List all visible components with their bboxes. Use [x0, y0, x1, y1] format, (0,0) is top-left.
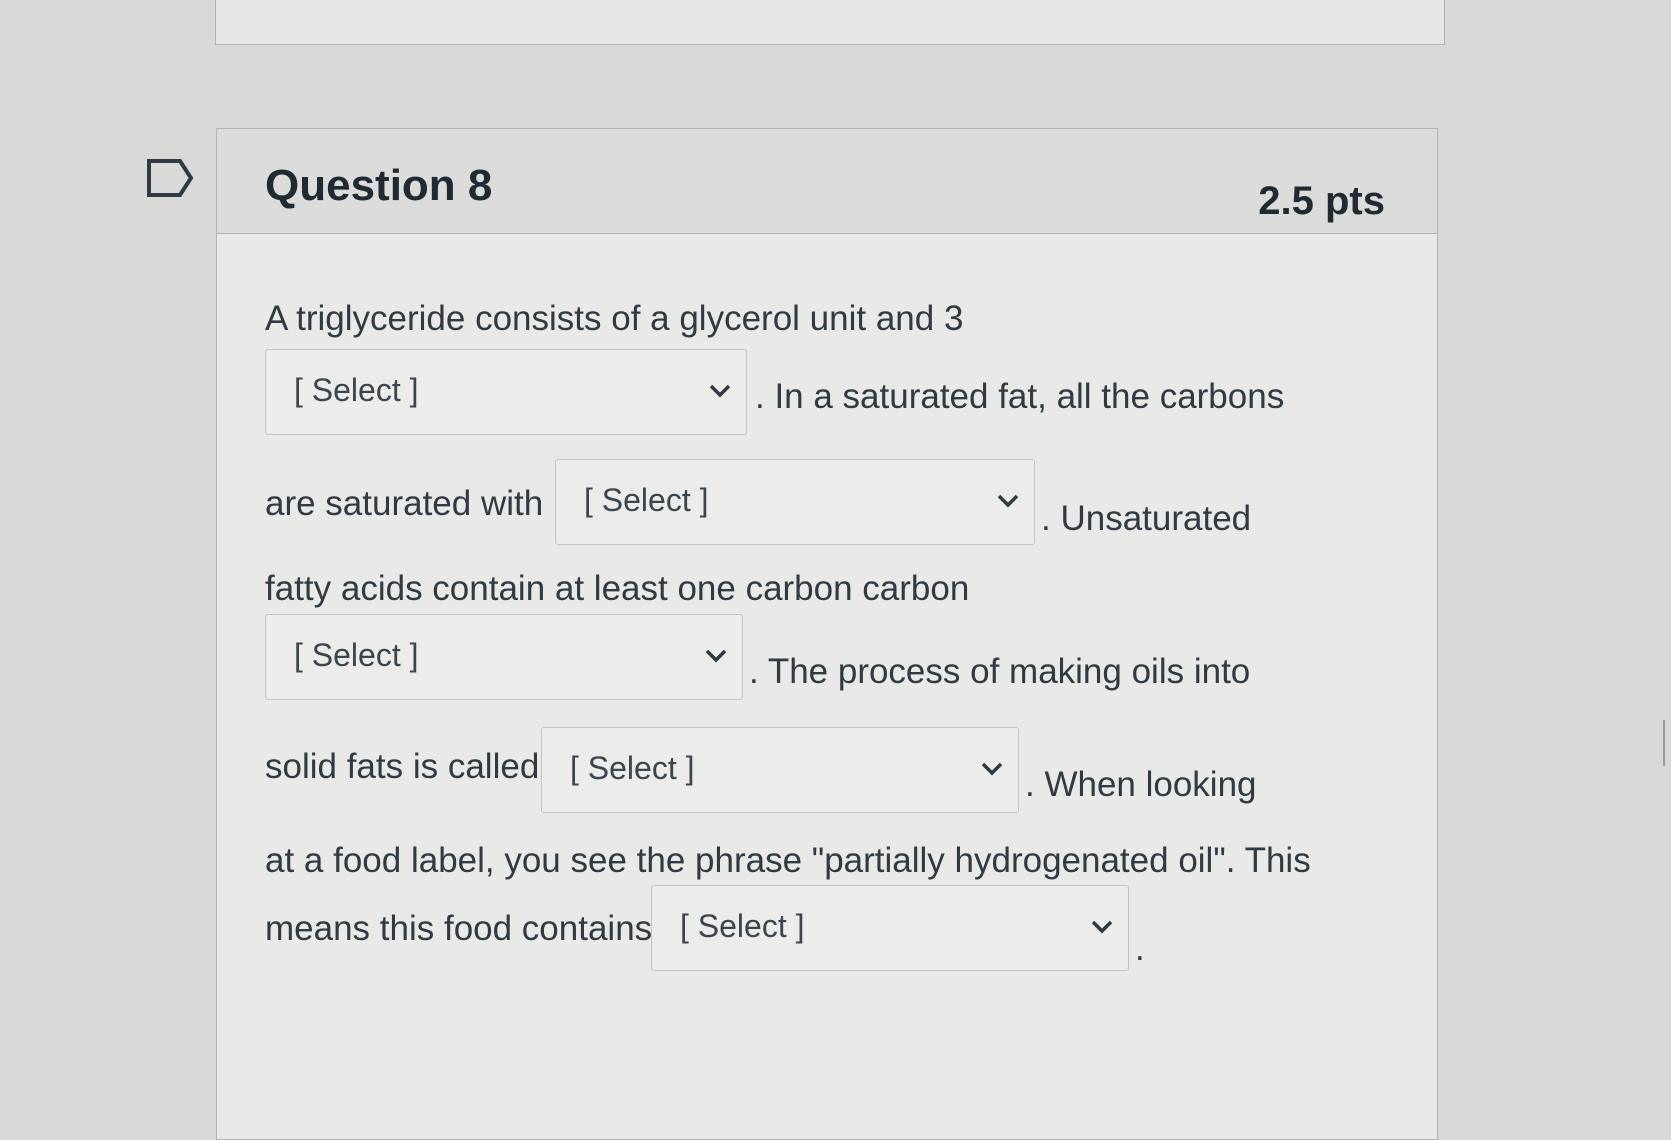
- window-edge: [1663, 720, 1665, 766]
- text-after-select-3: . The process of making oils into: [749, 652, 1251, 691]
- question-header: Question 8 2.5 pts: [217, 129, 1437, 234]
- text-line-6: means this food contains: [265, 909, 653, 948]
- previous-question-card: [215, 0, 1445, 45]
- select-value-4: [ Select ]: [570, 750, 695, 786]
- text-line-4: solid fats is called: [265, 747, 540, 786]
- text-line-5: at a food label, you see the phrase "par…: [265, 841, 1311, 880]
- question-points: 2.5 pts: [1258, 179, 1385, 223]
- select-dropdown-5[interactable]: [ Select ]: [651, 885, 1129, 971]
- select-dropdown-2[interactable]: [ Select ]: [555, 459, 1035, 545]
- select-value-5: [ Select ]: [680, 908, 805, 944]
- chevron-down-icon: [705, 649, 727, 663]
- select-value-1: [ Select ]: [294, 372, 419, 408]
- select-dropdown-1[interactable]: [ Select ]: [265, 349, 747, 435]
- text-line-2: are saturated with: [265, 484, 544, 523]
- select-value-3: [ Select ]: [294, 637, 419, 673]
- question-card: Question 8 2.5 pts A triglyceride consis…: [216, 128, 1438, 1140]
- select-value-2: [ Select ]: [584, 482, 709, 518]
- select-dropdown-3[interactable]: [ Select ]: [265, 614, 743, 700]
- text-line-3: fatty acids contain at least one carbon …: [265, 569, 970, 608]
- flag-question-icon[interactable]: [146, 158, 194, 198]
- chevron-down-icon: [1091, 920, 1113, 934]
- text-line-1: A triglyceride consists of a glycerol un…: [265, 299, 964, 338]
- chevron-down-icon: [981, 762, 1003, 776]
- text-after-select-2: . Unsaturated: [1041, 499, 1252, 538]
- text-after-select-4: . When looking: [1025, 765, 1257, 804]
- select-dropdown-4[interactable]: [ Select ]: [541, 727, 1019, 813]
- chevron-down-icon: [709, 384, 731, 398]
- question-title: Question 8: [265, 161, 493, 210]
- text-after-select-5: .: [1135, 929, 1145, 968]
- text-after-select-1: . In a saturated fat, all the carbons: [755, 377, 1285, 416]
- chevron-down-icon: [997, 494, 1019, 508]
